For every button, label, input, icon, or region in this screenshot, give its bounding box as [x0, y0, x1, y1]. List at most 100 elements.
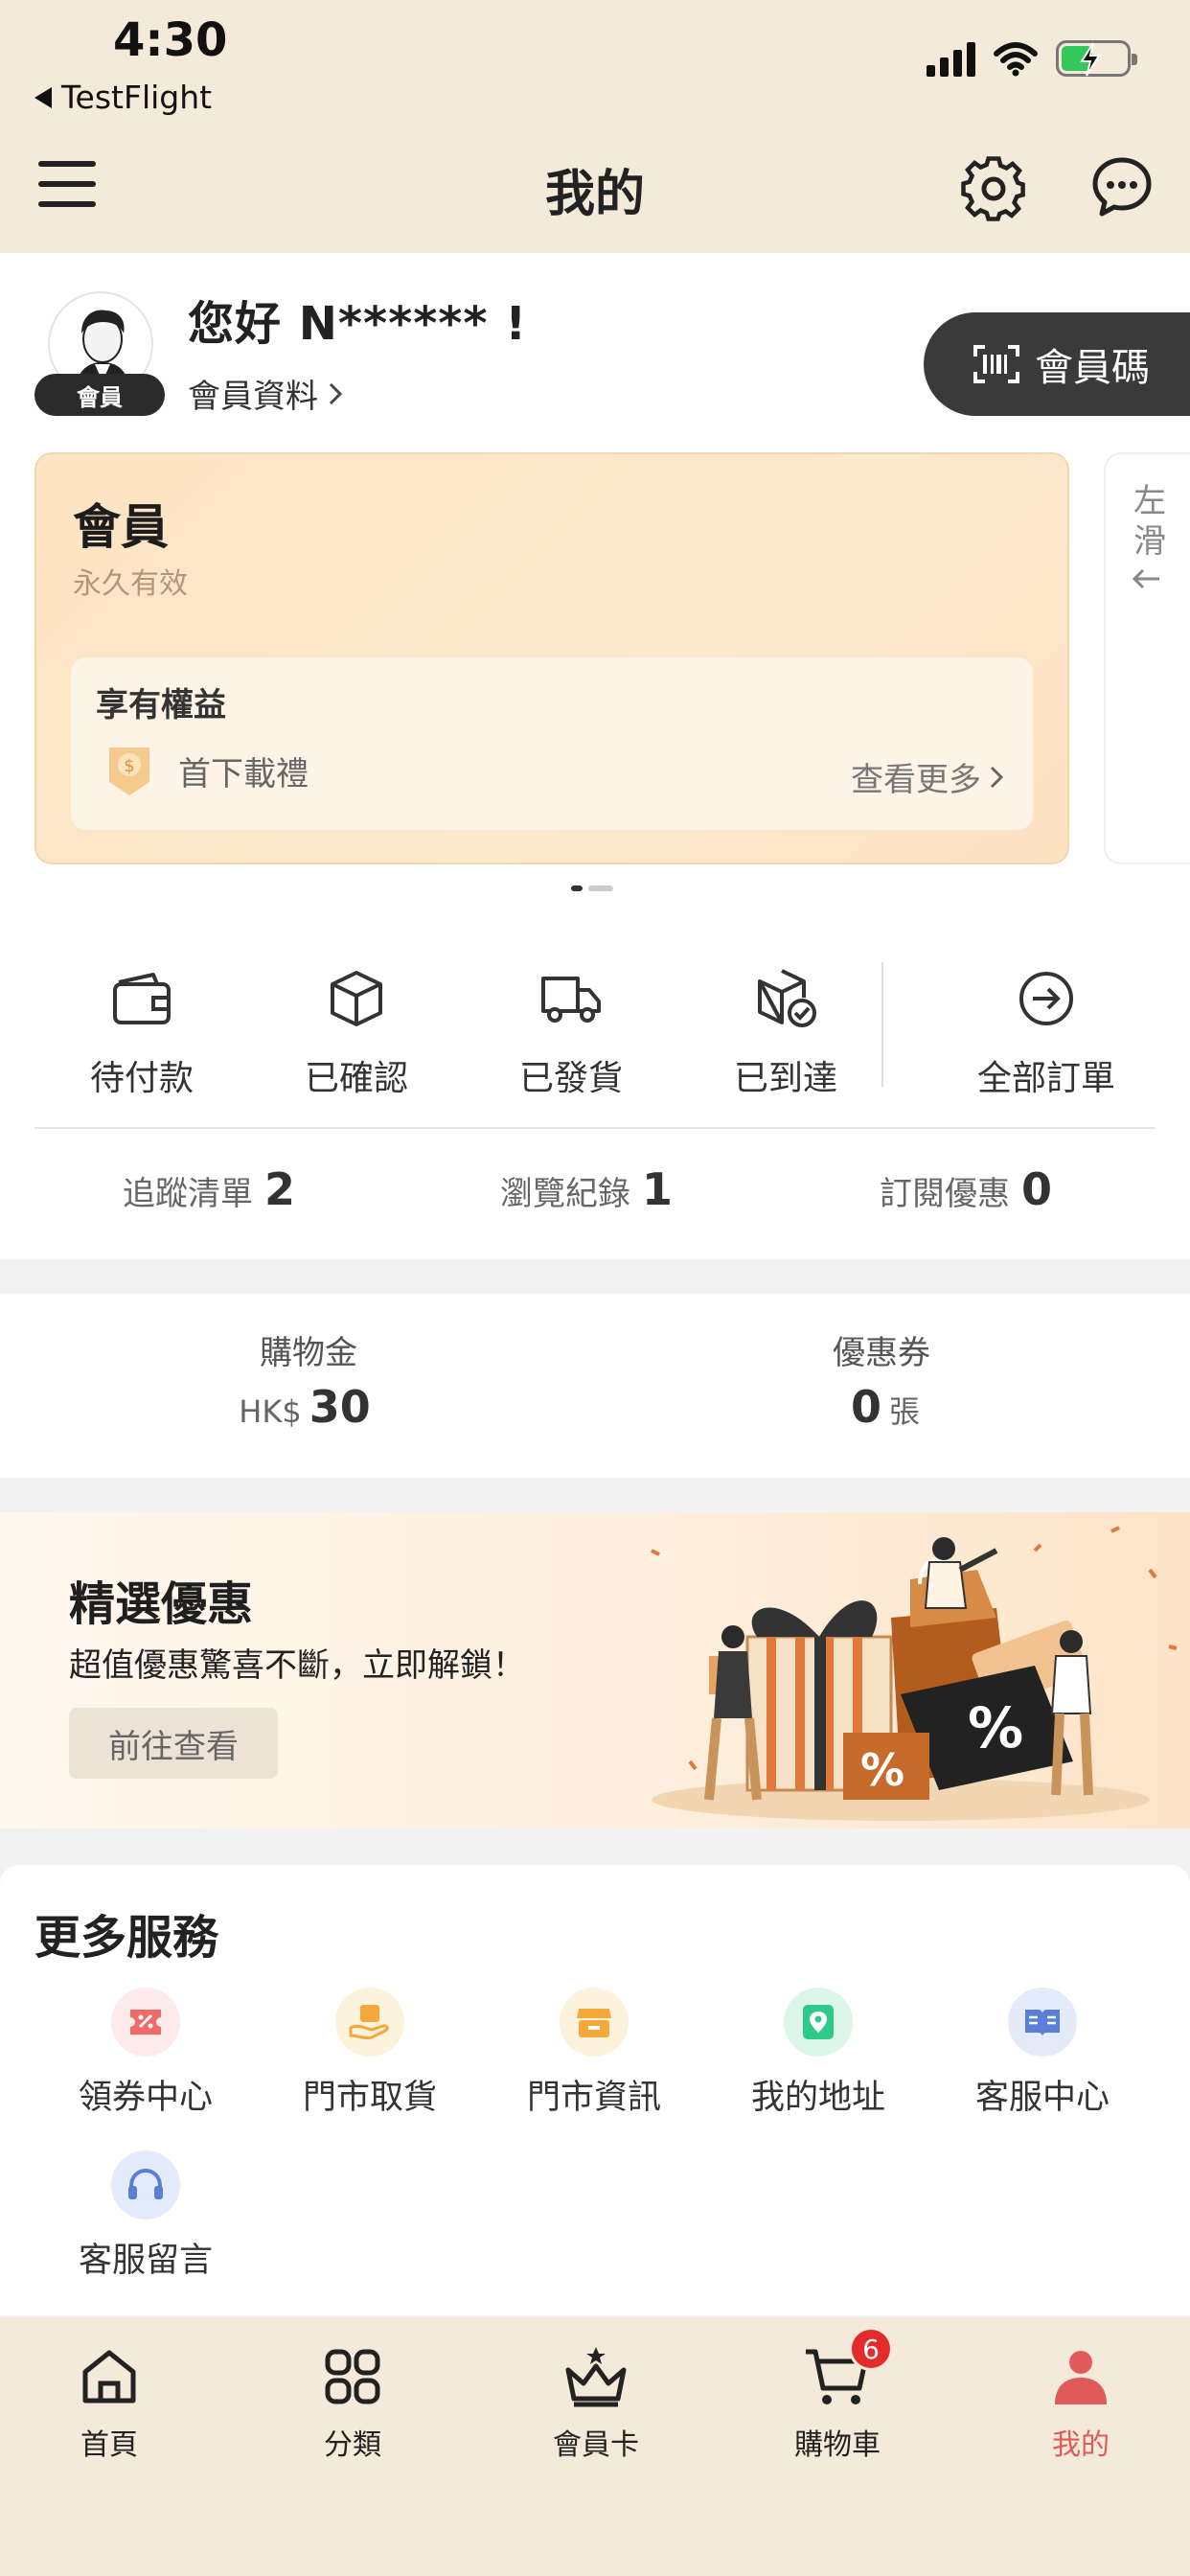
service-label: 門市取貨	[302, 2079, 437, 2117]
crown-icon	[565, 2347, 627, 2407]
stat-value: 0	[1021, 1163, 1053, 1215]
promo-subtitle: 超值優惠驚喜不斷，立即解鎖！	[69, 1646, 525, 1685]
membership-validity: 永久有效	[73, 567, 188, 601]
headset-icon	[111, 2150, 180, 2220]
service-label: 客服中心	[974, 2079, 1110, 2117]
service-coupon-center[interactable]: 領券中心	[50, 1988, 241, 2119]
order-shipped[interactable]: 已發貨	[485, 962, 657, 1100]
member-code-label: 會員碼	[1035, 346, 1150, 390]
order-label: 已到達	[733, 1059, 837, 1098]
order-label: 已確認	[304, 1059, 408, 1098]
credit-prefix: HK$	[239, 1393, 302, 1430]
arrow-circle-icon	[1019, 972, 1073, 1025]
stat-subscribed-deals[interactable]: 訂閱優惠 0	[880, 1163, 1052, 1215]
stat-value: 1	[642, 1163, 674, 1215]
stat-value: 2	[264, 1163, 296, 1215]
benefits-panel: 享有權益 $ 首下載禮 查看更多	[71, 657, 1033, 830]
tab-label: 我的	[1052, 2428, 1110, 2462]
coupon-icon	[111, 1988, 180, 2057]
svg-text:%: %	[860, 1744, 904, 1796]
benefits-title: 享有權益	[96, 686, 226, 724]
benefit-item-label: 首下載禮	[178, 754, 309, 794]
tab-category[interactable]: 分類	[276, 2338, 429, 2463]
coupons-value: 0張	[786, 1381, 977, 1433]
profile-section: 會員 您好 N****** ! 會員資料 會員碼 會員 永久有效 享有權益 $ …	[0, 253, 1190, 1259]
promo-banner[interactable]: 精選優惠 超值優惠驚喜不斷，立即解鎖！ 前往查看 % % %	[0, 1512, 1190, 1828]
service-my-address[interactable]: 我的地址	[722, 1988, 914, 2119]
battery-icon	[1056, 40, 1137, 77]
tab-label: 首頁	[80, 2428, 138, 2462]
cart-count-badge: 6	[849, 2327, 893, 2371]
stat-label: 追蹤清單	[123, 1175, 253, 1213]
membership-tier: 會員	[73, 499, 169, 555]
my-page: 4:30 TestFlight 我的 會員 您好 N****** ! 會員資料 …	[0, 0, 1190, 2576]
stat-browse-history[interactable]: 瀏覽紀錄 1	[500, 1163, 673, 1215]
tab-cart[interactable]: 6 購物車	[761, 2327, 914, 2463]
divider	[34, 1127, 1156, 1129]
benefits-more-link[interactable]: 查看更多	[851, 753, 1004, 800]
greeting: 您好 N****** !	[188, 297, 528, 351]
service-label: 門市資訊	[526, 2079, 661, 2117]
coupons-count: 0	[850, 1381, 881, 1433]
tab-label: 分類	[324, 2428, 381, 2462]
wallet-icon	[113, 973, 171, 1024]
chat-icon[interactable]	[1090, 155, 1154, 218]
wifi-icon	[994, 42, 1038, 77]
promo-title: 精選優惠	[69, 1577, 254, 1631]
credit-amount: 30	[309, 1381, 371, 1433]
tab-home[interactable]: 首頁	[33, 2338, 186, 2463]
service-message-support[interactable]: 客服留言	[50, 2150, 241, 2282]
status-time: 4:30	[113, 13, 228, 67]
back-app-label: TestFlight	[61, 79, 213, 116]
category-icon	[325, 2349, 380, 2404]
wallet-section: 購物金 HK$ 30 優惠券 0張	[0, 1294, 1190, 1478]
tab-label: 會員卡	[553, 2428, 639, 2462]
bottom-tab-bar: 首頁 分類 會員卡 6 購物車 我的	[0, 2317, 1190, 2576]
order-pending-payment[interactable]: 待付款	[56, 962, 228, 1100]
order-confirmed[interactable]: 已確認	[270, 962, 443, 1100]
order-divider	[881, 962, 883, 1087]
more-link-label: 查看更多	[851, 761, 981, 799]
service-help-center[interactable]: 客服中心	[947, 1988, 1138, 2119]
coupons[interactable]: 優惠券 0張	[786, 1326, 977, 1433]
scan-code-icon	[973, 345, 1019, 383]
member-info-label: 會員資料	[188, 378, 318, 416]
card-pager	[571, 886, 613, 891]
member-code-button[interactable]: 會員碼	[924, 312, 1190, 416]
promo-view-button[interactable]: 前往查看	[69, 1708, 278, 1779]
truck-icon	[541, 977, 601, 1023]
pickup-icon	[335, 1988, 404, 2057]
promo-gift-illustration: % % %	[651, 1526, 1178, 1821]
order-all[interactable]: 全部訂單	[960, 962, 1133, 1100]
help-book-icon	[1008, 1988, 1077, 2057]
order-label: 待付款	[89, 1059, 194, 1098]
member-info-link[interactable]: 會員資料	[188, 370, 343, 417]
gear-icon[interactable]	[958, 153, 1029, 224]
stat-tracking-list[interactable]: 追蹤清單 2	[123, 1163, 295, 1215]
svg-text:%: %	[968, 1695, 1023, 1760]
service-label: 領券中心	[78, 2079, 213, 2117]
service-store-info[interactable]: 門市資訊	[498, 1988, 690, 2119]
membership-card[interactable]: 會員 永久有效 享有權益 $ 首下載禮 查看更多	[34, 452, 1069, 864]
back-triangle-icon	[34, 86, 52, 108]
tab-my[interactable]: 我的	[1004, 2338, 1157, 2463]
shopping-credit[interactable]: 購物金 HK$ 30	[213, 1326, 404, 1433]
credit-value: HK$ 30	[213, 1381, 404, 1433]
swipe-hint: 左滑	[1133, 482, 1166, 561]
user-icon	[1055, 2351, 1107, 2404]
order-label: 全部訂單	[976, 1059, 1115, 1098]
box-check-icon	[758, 969, 816, 1027]
stat-label: 瀏覽紀錄	[500, 1175, 630, 1213]
order-label: 已發貨	[518, 1059, 623, 1098]
tab-member-card[interactable]: 會員卡	[519, 2338, 673, 2463]
arrow-left-icon	[1132, 568, 1159, 589]
stat-label: 訂閱優惠	[880, 1175, 1010, 1213]
next-card-peek[interactable]: 左滑	[1104, 452, 1190, 864]
order-arrived[interactable]: 已到達	[699, 962, 872, 1100]
store-icon	[560, 1988, 629, 2057]
service-store-pickup[interactable]: 門市取貨	[274, 1988, 466, 2119]
credit-label: 購物金	[260, 1334, 357, 1372]
top-bar: 4:30 TestFlight 我的	[0, 0, 1190, 253]
back-to-testflight[interactable]: TestFlight	[34, 79, 212, 116]
home-icon	[82, 2350, 136, 2404]
